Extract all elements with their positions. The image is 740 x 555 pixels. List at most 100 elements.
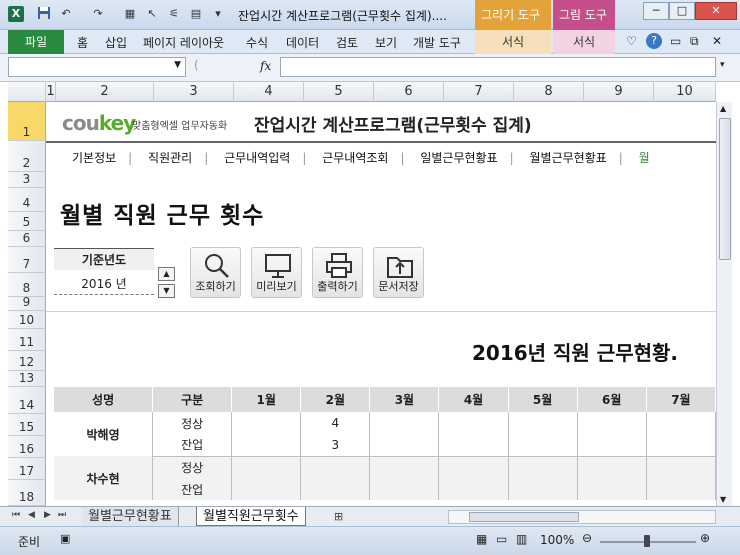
vertical-scrollbar[interactable]: ▲ ▼: [716, 102, 732, 506]
insert-function-icon[interactable]: fx: [260, 59, 271, 73]
zoom-level[interactable]: 100%: [540, 533, 574, 547]
nav-item-monthly-status[interactable]: 월별근무현황표: [530, 151, 607, 165]
month-value[interactable]: [508, 434, 578, 457]
preview-button[interactable]: 미리보기: [251, 247, 302, 298]
month-value[interactable]: [369, 456, 440, 478]
row-header[interactable]: 13: [8, 371, 46, 387]
month-value[interactable]: [231, 478, 302, 500]
month-value[interactable]: [369, 412, 440, 434]
ribbon-restore-icon[interactable]: ⧉: [690, 34, 699, 49]
column-header[interactable]: 9: [584, 82, 654, 102]
month-value[interactable]: 4: [300, 412, 371, 434]
column-header[interactable]: 8: [514, 82, 584, 102]
tab-review[interactable]: 검토: [336, 34, 358, 51]
close-button[interactable]: ✕: [695, 2, 737, 20]
row-header[interactable]: 5: [8, 212, 46, 231]
year-value[interactable]: 2016 년: [54, 275, 154, 295]
month-value[interactable]: [508, 478, 578, 500]
normal-view-icon[interactable]: ▦: [476, 532, 487, 546]
tab-developer[interactable]: 개발 도구: [413, 34, 461, 51]
page-break-view-icon[interactable]: ▥: [516, 532, 527, 546]
column-header[interactable]: 2: [56, 82, 154, 102]
print-button[interactable]: 출력하기: [312, 247, 363, 298]
nav-item-work-lookup[interactable]: 근무내역조회: [322, 151, 388, 165]
page-layout-view-icon[interactable]: ▭: [496, 532, 507, 546]
zoom-out-icon[interactable]: ⊖: [582, 531, 592, 545]
excel-logo-icon[interactable]: X: [8, 6, 24, 22]
help-icon[interactable]: ?: [646, 33, 662, 49]
month-value[interactable]: [231, 456, 302, 478]
month-value[interactable]: [369, 478, 440, 500]
macro-record-icon[interactable]: ▣: [60, 532, 70, 545]
context-tab-picture-tools[interactable]: 그림 도구: [553, 0, 615, 30]
month-value[interactable]: [231, 434, 302, 457]
column-header[interactable]: 7: [444, 82, 514, 102]
month-value[interactable]: [508, 456, 578, 478]
month-value[interactable]: [438, 434, 509, 457]
row-header[interactable]: 18: [8, 480, 46, 506]
month-value[interactable]: [577, 434, 647, 457]
month-value[interactable]: [646, 434, 716, 457]
work-type[interactable]: 잔업: [152, 434, 233, 457]
tab-picture-format[interactable]: 서식: [553, 30, 615, 54]
tab-formulas[interactable]: 수식: [246, 34, 268, 51]
next-sheet-icon[interactable]: ▶: [44, 510, 51, 520]
column-header[interactable]: 6: [374, 82, 444, 102]
row-header[interactable]: 6: [8, 231, 46, 247]
month-value[interactable]: [646, 478, 716, 500]
search-button[interactable]: 조회하기: [190, 247, 241, 298]
minimize-button[interactable]: ─: [643, 2, 669, 20]
employee-name[interactable]: 박해영: [54, 412, 154, 456]
horizontal-scrollbar[interactable]: [448, 510, 716, 524]
row-header[interactable]: 7: [8, 247, 46, 273]
row-header[interactable]: 2: [8, 141, 46, 172]
name-box-dropdown-icon[interactable]: ▼: [174, 60, 181, 70]
month-value[interactable]: 3: [300, 434, 371, 457]
expand-formula-bar-icon[interactable]: ▾: [720, 60, 725, 70]
row-header[interactable]: 15: [8, 414, 46, 436]
tab-view[interactable]: 보기: [375, 34, 397, 51]
ribbon-close-icon[interactable]: ✕: [712, 34, 722, 48]
tab-drawing-format[interactable]: 서식: [475, 30, 551, 54]
column-header[interactable]: 5: [304, 82, 374, 102]
month-value[interactable]: [438, 478, 509, 500]
column-header[interactable]: 10: [654, 82, 716, 102]
row-header[interactable]: 4: [8, 188, 46, 212]
collapse-ribbon-icon[interactable]: ♡: [626, 34, 637, 48]
year-spin-up-button[interactable]: ▲: [158, 267, 175, 281]
month-value[interactable]: [369, 434, 440, 457]
month-value[interactable]: [438, 412, 509, 434]
year-spin-down-button[interactable]: ▼: [158, 284, 175, 298]
work-type[interactable]: 정상: [152, 412, 233, 434]
scroll-down-icon[interactable]: ▼: [720, 495, 726, 504]
customize-qat-icon[interactable]: ▾: [210, 6, 226, 22]
row-header[interactable]: 16: [8, 436, 46, 458]
row-header[interactable]: 1: [8, 102, 46, 141]
form-icon[interactable]: ▤: [188, 6, 204, 22]
nav-item-employee-management[interactable]: 직원관리: [148, 151, 192, 165]
first-sheet-icon[interactable]: ⏮: [12, 510, 20, 520]
table-icon[interactable]: ▦: [122, 6, 138, 22]
formula-input[interactable]: [280, 57, 716, 77]
tab-insert[interactable]: 삽입: [105, 34, 127, 51]
worksheet[interactable]: coukey 맞춤형엑셀 업무자동화 잔업시간 계산프로그램(근무횟수 집계) …: [46, 102, 716, 506]
month-value[interactable]: [231, 412, 302, 434]
insert-sheet-icon[interactable]: ⊞: [334, 510, 343, 523]
save-icon[interactable]: [36, 6, 52, 22]
work-type[interactable]: 잔업: [152, 478, 233, 500]
context-tab-drawing-tools[interactable]: 그리기 도구: [475, 0, 551, 30]
nav-item-basic-info[interactable]: 기본정보: [72, 151, 116, 165]
nav-item-monthly-count[interactable]: 월: [639, 151, 650, 165]
tab-data[interactable]: 데이터: [286, 34, 319, 51]
month-value[interactable]: [300, 478, 371, 500]
undo-icon[interactable]: ↶: [58, 6, 74, 22]
maximize-button[interactable]: □: [669, 2, 695, 20]
name-box[interactable]: ▼: [8, 57, 186, 77]
column-header[interactable]: 3: [154, 82, 234, 102]
file-tab[interactable]: 파일: [8, 30, 64, 54]
tab-page-layout[interactable]: 페이지 레이아웃: [143, 34, 224, 51]
last-sheet-icon[interactable]: ⏭: [58, 510, 66, 520]
month-value[interactable]: [438, 456, 509, 478]
horizontal-scroll-thumb[interactable]: [469, 512, 579, 522]
row-header[interactable]: 8: [8, 273, 46, 297]
